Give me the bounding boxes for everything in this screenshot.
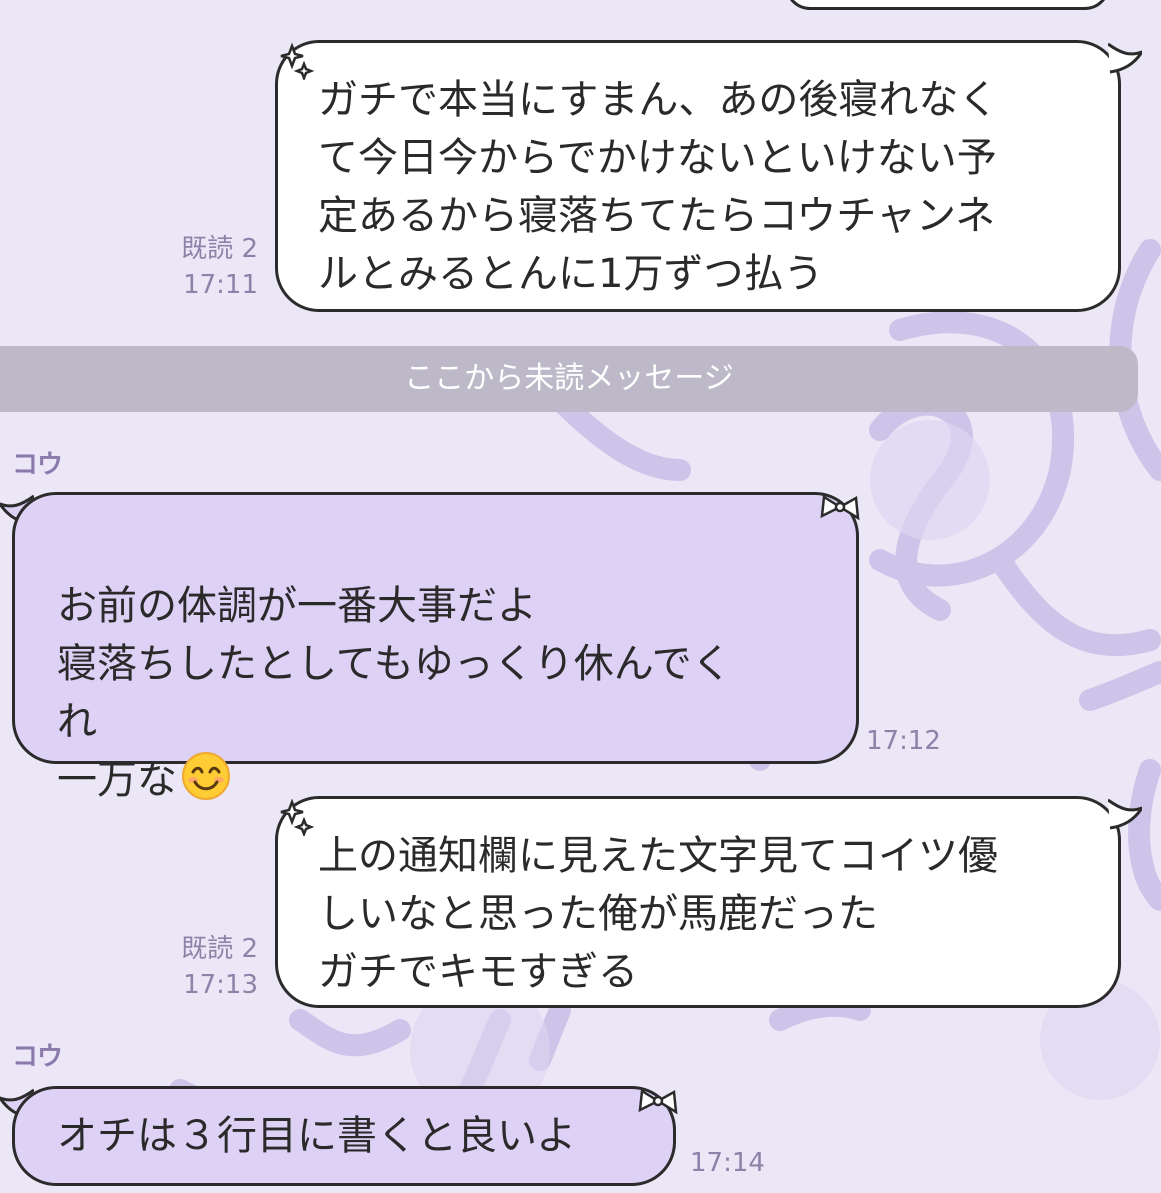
read-receipt: 既読 2 — [181, 234, 258, 264]
message-timestamp: 17:14 — [690, 1148, 765, 1178]
message-timestamp: 17:13 — [183, 970, 258, 1000]
message-bubble-incoming[interactable]: オチは３行目に書くと良いよ — [12, 1086, 676, 1186]
unread-messages-divider: ここから未読メッセージ — [0, 346, 1138, 412]
read-receipt: 既読 2 — [181, 934, 258, 964]
message-text: お前の体調が一番大事だよ 寝落ちしたとしてもゆっくり休んでく れ 一万な — [57, 583, 732, 803]
message-bubble-incoming[interactable]: お前の体調が一番大事だよ 寝落ちしたとしてもゆっくり休んでく れ 一万な — [12, 492, 859, 803]
sender-name[interactable]: コウ — [12, 444, 63, 481]
ribbon-icon — [820, 494, 860, 521]
sender-name[interactable]: コウ — [12, 1036, 63, 1073]
message-bubble-outgoing[interactable]: 上の通知欄に見えた文字見てコイツ優 しいなと思った俺が馬鹿だった ガチでキモすぎ… — [275, 796, 1121, 1008]
sparkle-icon — [280, 798, 315, 836]
bubble-tail — [1108, 42, 1142, 74]
message-timestamp: 17:11 — [183, 270, 258, 300]
bubble-tail — [1108, 798, 1142, 830]
previous-message-bubble-partial[interactable] — [785, 0, 1110, 10]
message-bubble-outgoing[interactable]: ガチで本当にすまん、あの後寝れなく て今日今からでかけないといけない予 定あるか… — [275, 40, 1121, 312]
smiling-face-emoji — [182, 752, 230, 800]
sparkle-icon — [280, 42, 315, 80]
ribbon-icon — [638, 1088, 678, 1115]
message-timestamp: 17:12 — [866, 726, 941, 756]
